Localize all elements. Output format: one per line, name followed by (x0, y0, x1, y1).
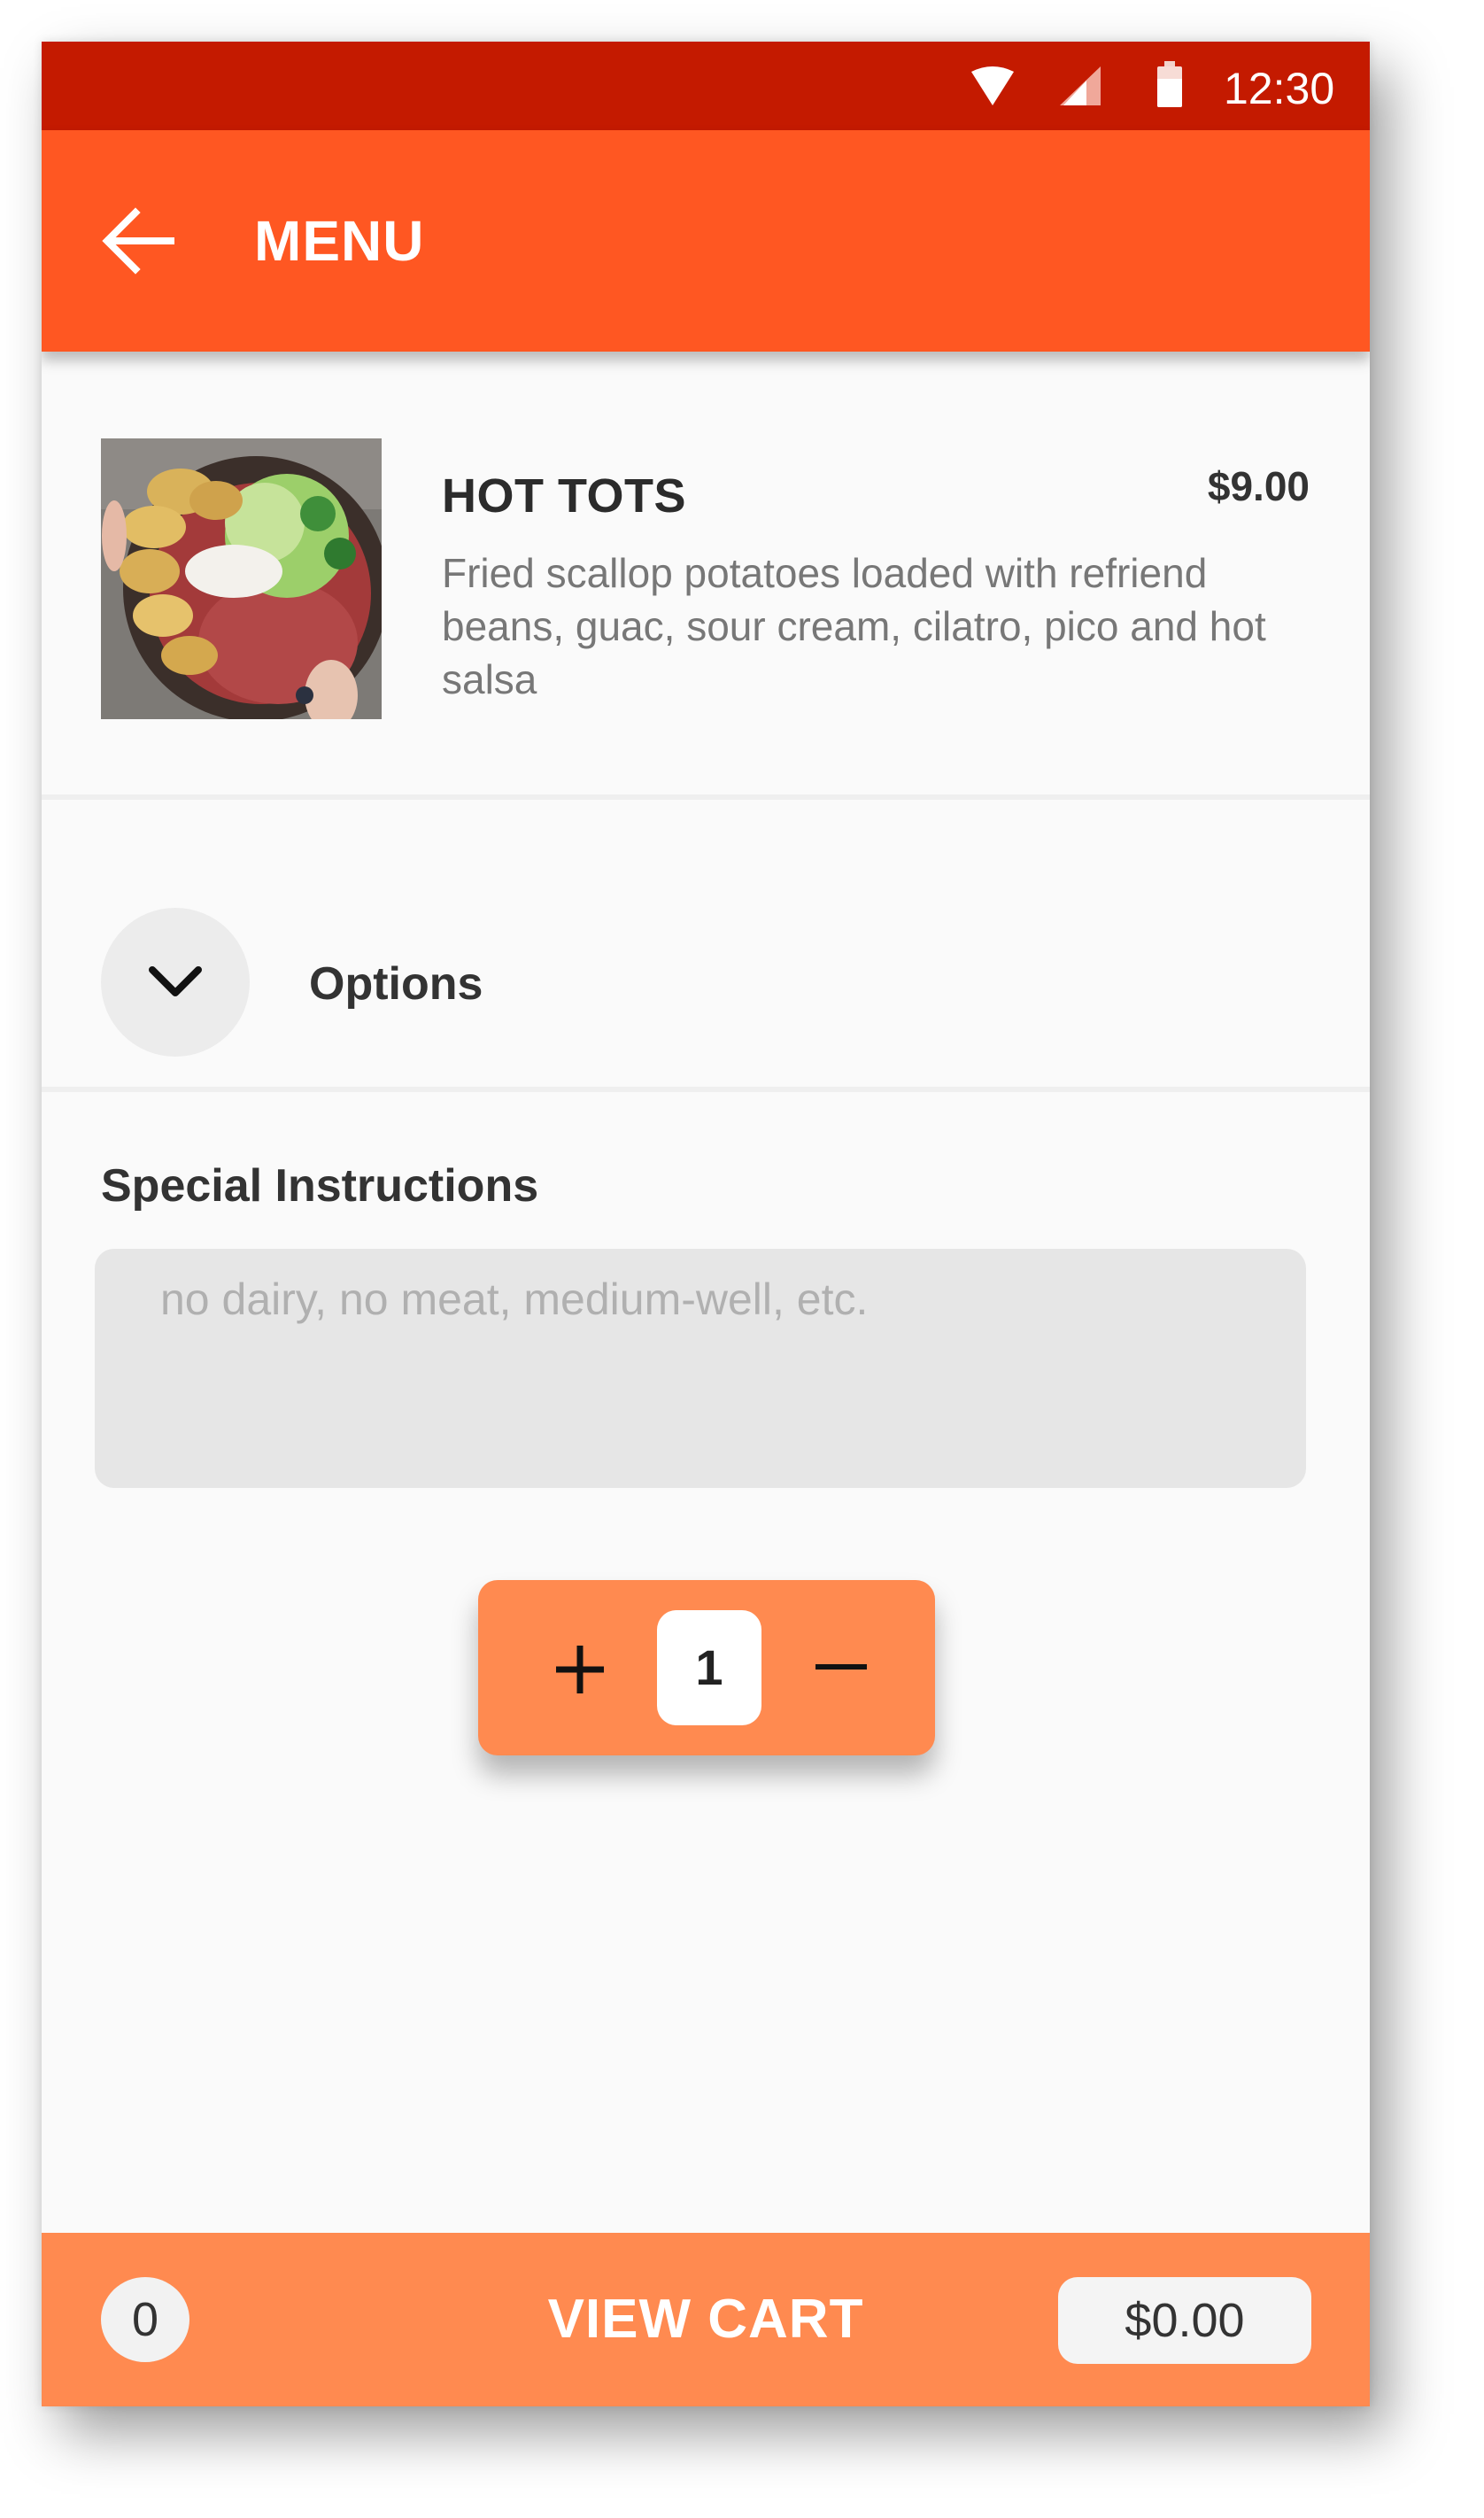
options-row[interactable]: Options (42, 798, 1370, 1087)
arrow-left-icon (102, 207, 174, 275)
special-instructions-input[interactable] (95, 1249, 1306, 1488)
chevron-down-icon (149, 966, 202, 996)
view-cart-bar[interactable]: 0 VIEW CART $0.00 (42, 2233, 1370, 2406)
cart-count-badge: 0 (101, 2277, 189, 2362)
status-time: 12:30 (1224, 64, 1335, 113)
plus-icon (556, 1646, 604, 1693)
wifi-icon (971, 66, 1014, 105)
increase-quantity-button[interactable] (531, 1619, 629, 1716)
item-price: $9.00 (1207, 463, 1310, 509)
cart-total-badge: $0.00 (1058, 2277, 1311, 2364)
app-bar: MENU (42, 130, 1370, 352)
minus-icon (815, 1664, 867, 1670)
status-bar: 12:30 (42, 42, 1370, 130)
cellular-signal-icon (1060, 66, 1101, 105)
item-description: Fried scallop potatoes loaded with refri… (442, 550, 1266, 702)
page-title: MENU (254, 209, 425, 273)
divider (42, 1087, 1370, 1092)
decrease-quantity-button[interactable] (792, 1619, 890, 1716)
special-instructions-label: Special Instructions (101, 1160, 539, 1212)
item-photo (101, 438, 382, 719)
item-name: HOT TOTS (442, 469, 687, 523)
phone-screen: 12:30 MENU HOT TOTS $9.00 Fried scallop … (42, 42, 1370, 2406)
quantity-stepper: 1 (478, 1580, 935, 1755)
back-button[interactable] (95, 197, 183, 285)
battery-icon (1157, 61, 1182, 107)
quantity-value: 1 (657, 1610, 761, 1725)
options-toggle-button[interactable] (101, 908, 250, 1057)
options-label: Options (309, 958, 483, 1010)
